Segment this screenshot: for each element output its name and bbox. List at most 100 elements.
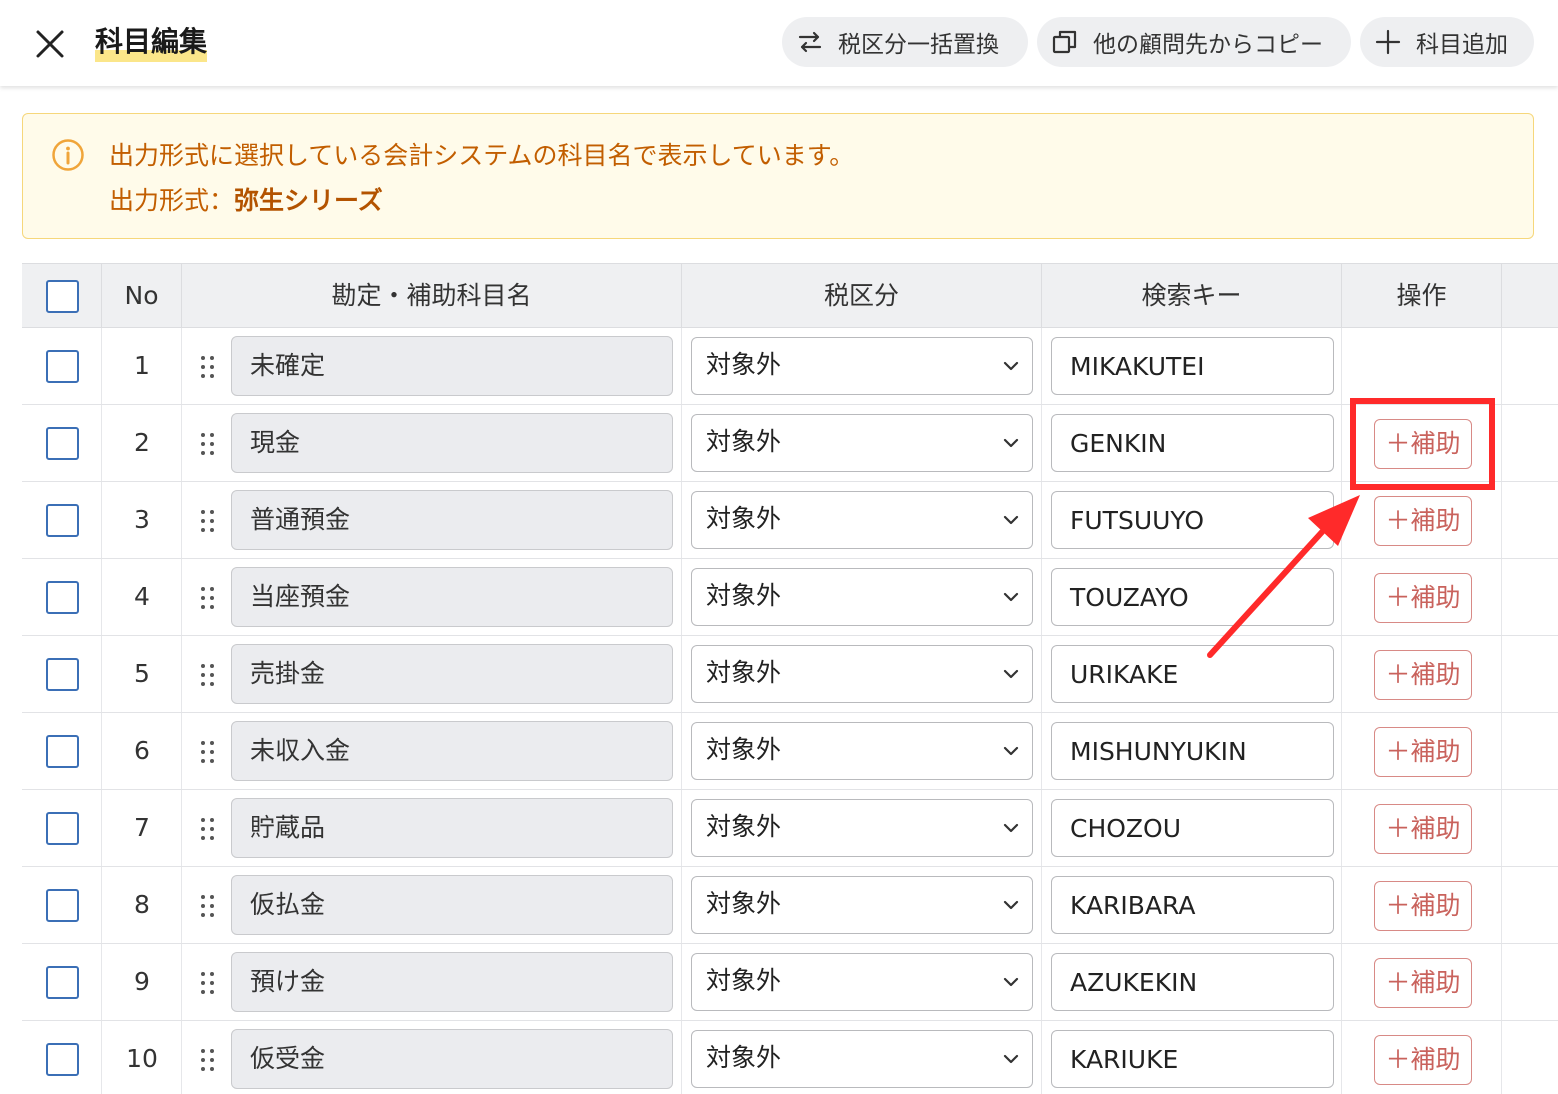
drag-handle-icon[interactable] — [198, 585, 218, 611]
column-divider — [1500, 713, 1502, 789]
tax-category-select[interactable]: 対象外 — [691, 337, 1033, 395]
add-sub-account-button[interactable]: ＋補助 — [1374, 419, 1472, 469]
drag-handle-icon[interactable] — [198, 739, 218, 765]
tax-category-value: 対象外 — [706, 581, 782, 610]
row-checkbox[interactable] — [46, 504, 79, 537]
tax-bulk-replace-button[interactable]: 税区分一括置換 — [782, 17, 1028, 67]
drag-handle-icon[interactable] — [198, 816, 218, 842]
column-divider — [1340, 867, 1342, 943]
search-key-input[interactable]: MISHUNYUKIN — [1051, 722, 1334, 780]
search-key-input[interactable]: KARIUKE — [1051, 1030, 1334, 1088]
drag-handle-icon[interactable] — [198, 893, 218, 919]
add-sub-account-button[interactable]: ＋補助 — [1374, 1035, 1472, 1085]
column-divider — [1500, 559, 1502, 635]
row-checkbox[interactable] — [46, 966, 79, 999]
column-divider — [680, 944, 682, 1020]
column-divider — [1340, 944, 1342, 1020]
tax-category-value: 対象外 — [706, 427, 782, 456]
tax-category-select[interactable]: 対象外 — [691, 876, 1033, 934]
notice-message: 出力形式に選択している会計システムの科目名で表示しています。 — [109, 141, 855, 170]
drag-handle-icon[interactable] — [198, 354, 218, 380]
tax-category-select[interactable]: 対象外 — [691, 414, 1033, 472]
chevron-down-icon — [1003, 977, 1019, 987]
tax-category-select[interactable]: 対象外 — [691, 568, 1033, 626]
drag-handle-icon[interactable] — [198, 431, 218, 457]
drag-handle-icon[interactable] — [198, 662, 218, 688]
column-divider — [1040, 944, 1042, 1020]
header-tax-category: 税区分 — [682, 264, 1042, 327]
drag-handle-icon[interactable] — [198, 1047, 218, 1073]
chevron-down-icon — [1003, 1054, 1019, 1064]
search-key-input[interactable]: MIKAKUTEI — [1051, 337, 1334, 395]
notice-format-label: 出力形式： — [109, 186, 235, 215]
column-divider — [1040, 559, 1042, 635]
column-divider — [680, 867, 682, 943]
select-all-checkbox[interactable] — [46, 280, 79, 313]
account-name-field[interactable]: 現金 — [231, 413, 673, 473]
row-checkbox[interactable] — [46, 350, 79, 383]
close-icon[interactable] — [30, 24, 70, 64]
row-number: 10 — [126, 1044, 158, 1073]
add-sub-account-button[interactable]: ＋補助 — [1374, 496, 1472, 546]
column-divider — [1500, 944, 1502, 1020]
account-name-field[interactable]: 未収入金 — [231, 721, 673, 781]
row-checkbox[interactable] — [46, 735, 79, 768]
copy-from-client-button[interactable]: 他の顧問先からコピー — [1037, 17, 1351, 67]
tax-category-select[interactable]: 対象外 — [691, 1030, 1033, 1088]
table-row: 6 未収入金 対象外 MISHUNYUKIN ＋補助 — [22, 713, 1558, 790]
tax-category-select[interactable]: 対象外 — [691, 645, 1033, 703]
page-title: 科目編集 — [95, 22, 208, 62]
tax-category-select[interactable]: 対象外 — [691, 722, 1033, 780]
search-key-input[interactable]: TOUZAYO — [1051, 568, 1334, 626]
account-name-field[interactable]: 仮受金 — [231, 1029, 673, 1089]
column-divider — [1340, 790, 1342, 866]
row-number: 7 — [134, 813, 150, 842]
header-search-key: 検索キー — [1042, 264, 1342, 327]
header-select-cell — [22, 264, 102, 327]
account-name-field[interactable]: 預け金 — [231, 952, 673, 1012]
row-checkbox[interactable] — [46, 889, 79, 922]
swap-arrows-icon — [798, 31, 822, 53]
account-name-field[interactable]: 普通預金 — [231, 490, 673, 550]
tax-category-select[interactable]: 対象外 — [691, 953, 1033, 1011]
search-key-input[interactable]: CHOZOU — [1051, 799, 1334, 857]
column-divider — [1500, 636, 1502, 712]
row-checkbox[interactable] — [46, 812, 79, 845]
add-sub-account-button[interactable]: ＋補助 — [1374, 650, 1472, 700]
column-divider — [680, 405, 682, 481]
tax-category-value: 対象外 — [706, 966, 782, 995]
column-divider — [1500, 328, 1502, 404]
search-key-input[interactable]: AZUKEKIN — [1051, 953, 1334, 1011]
drag-handle-icon[interactable] — [198, 508, 218, 534]
row-checkbox[interactable] — [46, 1043, 79, 1076]
search-key-input[interactable]: URIKAKE — [1051, 645, 1334, 703]
add-sub-account-button[interactable]: ＋補助 — [1374, 727, 1472, 777]
tax-category-select[interactable]: 対象外 — [691, 491, 1033, 549]
column-divider — [1500, 790, 1502, 866]
account-name-field[interactable]: 当座預金 — [231, 567, 673, 627]
account-name-field[interactable]: 売掛金 — [231, 644, 673, 704]
add-account-button[interactable]: 科目追加 — [1360, 17, 1534, 67]
column-divider — [1340, 482, 1342, 558]
chevron-down-icon — [1003, 669, 1019, 679]
chevron-down-icon — [1003, 361, 1019, 371]
account-name-field[interactable]: 仮払金 — [231, 875, 673, 935]
row-checkbox[interactable] — [46, 658, 79, 691]
tax-category-value: 対象外 — [706, 889, 782, 918]
search-key-input[interactable]: GENKIN — [1051, 414, 1334, 472]
row-checkbox[interactable] — [46, 581, 79, 614]
add-sub-account-button[interactable]: ＋補助 — [1374, 804, 1472, 854]
add-sub-account-button[interactable]: ＋補助 — [1374, 958, 1472, 1008]
account-name-field[interactable]: 貯蔵品 — [231, 798, 673, 858]
tax-category-value: 対象外 — [706, 812, 782, 841]
column-divider — [1340, 559, 1342, 635]
search-key-input[interactable]: FUTSUUYO — [1051, 491, 1334, 549]
account-name-field[interactable]: 未確定 — [231, 336, 673, 396]
tax-category-value: 対象外 — [706, 1043, 782, 1072]
add-sub-account-button[interactable]: ＋補助 — [1374, 881, 1472, 931]
search-key-input[interactable]: KARIBARA — [1051, 876, 1334, 934]
drag-handle-icon[interactable] — [198, 970, 218, 996]
row-checkbox[interactable] — [46, 427, 79, 460]
add-sub-account-button[interactable]: ＋補助 — [1374, 573, 1472, 623]
tax-category-select[interactable]: 対象外 — [691, 799, 1033, 857]
